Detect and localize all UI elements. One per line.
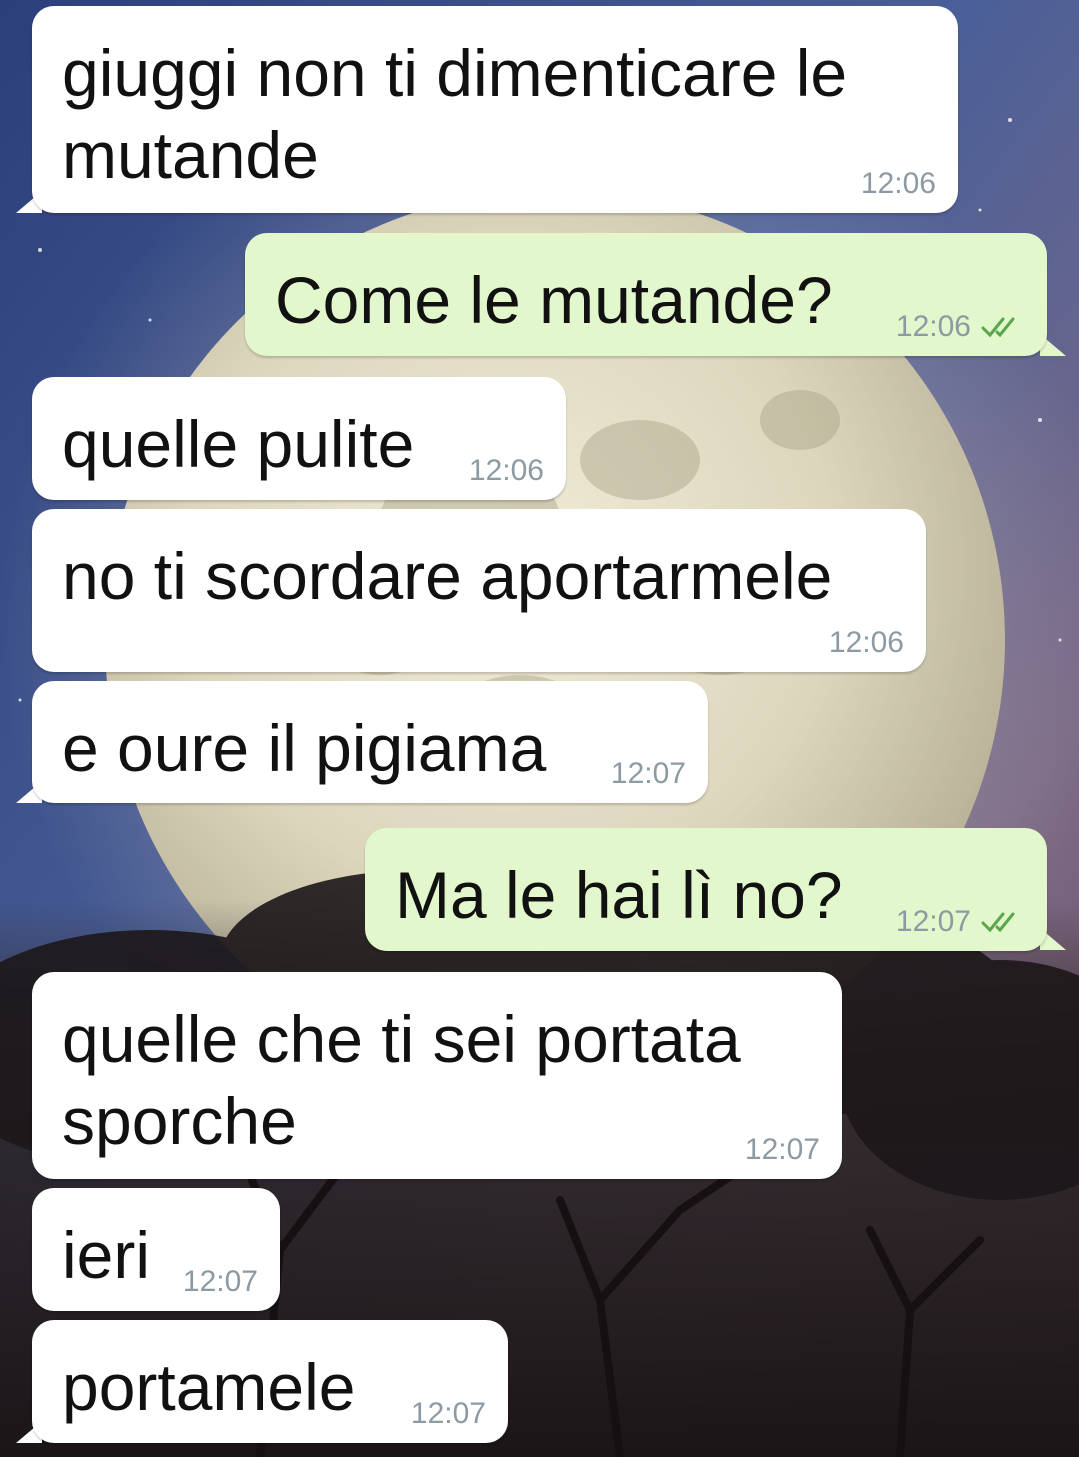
message-time: 12:07: [410, 1397, 486, 1430]
message-bubble-incoming[interactable]: portamele 12:07: [32, 1320, 508, 1443]
message-text: no ti scordare aportarmele: [62, 539, 833, 613]
message-meta: 12:06: [829, 626, 904, 660]
message-meta: 12:06: [896, 310, 1025, 344]
message-text: ieri: [62, 1218, 151, 1292]
message-meta: 12:06: [861, 167, 936, 201]
message-text: quelle che ti sei portata sporche: [62, 1002, 741, 1158]
message-text: portamele: [62, 1350, 356, 1424]
message-bubble-incoming[interactable]: giuggi non ti dimenticare le mutande 12:…: [32, 6, 958, 213]
message-text: Come le mutande?: [275, 263, 833, 337]
message-meta: 12:07: [896, 905, 1025, 939]
message-meta: 12:07: [411, 1397, 486, 1431]
message-meta: 12:07: [611, 757, 686, 791]
message-time: 12:07: [610, 757, 686, 790]
message-time: 12:06: [828, 626, 904, 659]
double-check-icon: [981, 912, 1015, 933]
message-time: 12:07: [744, 1133, 820, 1166]
message-time: 12:07: [895, 905, 971, 938]
message-bubble-outgoing[interactable]: Come le mutande? 12:06: [245, 233, 1047, 356]
message-text: Ma le hai lì no?: [395, 858, 843, 932]
message-text: quelle pulite: [62, 407, 415, 481]
message-bubble-incoming[interactable]: e oure il pigiama 12:07: [32, 681, 708, 803]
message-time: 12:06: [468, 454, 544, 487]
double-check-icon: [981, 317, 1015, 338]
message-text: giuggi non ti dimenticare le mutande: [62, 36, 848, 192]
message-text: e oure il pigiama: [62, 711, 547, 785]
message-bubble-incoming[interactable]: quelle pulite 12:06: [32, 377, 566, 500]
message-time: 12:07: [182, 1265, 258, 1298]
message-bubble-incoming[interactable]: ieri 12:07: [32, 1188, 280, 1311]
message-time: 12:06: [895, 310, 971, 343]
message-meta: 12:06: [469, 454, 544, 488]
message-time: 12:06: [860, 167, 936, 200]
message-bubble-incoming[interactable]: quelle che ti sei portata sporche 12:07: [32, 972, 842, 1179]
message-bubble-outgoing[interactable]: Ma le hai lì no? 12:07: [365, 828, 1047, 951]
message-meta: 12:07: [183, 1265, 258, 1299]
message-bubble-incoming[interactable]: no ti scordare aportarmele 12:06: [32, 509, 926, 672]
message-meta: 12:07: [745, 1133, 820, 1167]
